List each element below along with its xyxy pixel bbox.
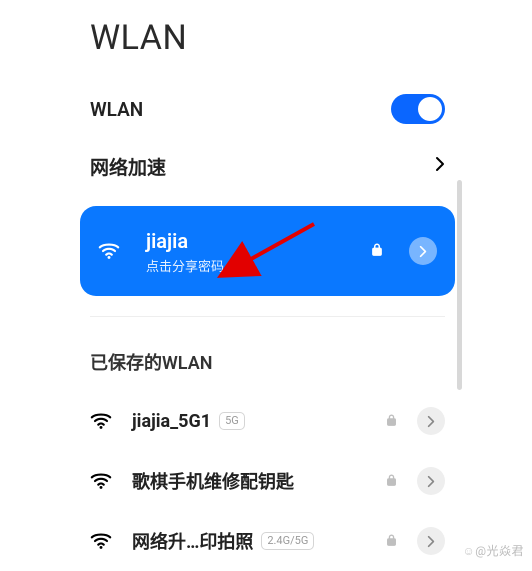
connected-network-hint: 点击分享密码 xyxy=(146,256,345,275)
wlan-toggle[interactable] xyxy=(391,94,445,124)
connected-network-card[interactable]: jiajia 点击分享密码 xyxy=(80,206,455,296)
scrollbar[interactable] xyxy=(457,180,462,390)
connected-network-name: jiajia xyxy=(146,228,345,254)
wifi-icon xyxy=(90,472,112,490)
wlan-master-row[interactable]: WLAN xyxy=(80,80,455,138)
saved-network-row[interactable]: 歌棋手机维修配钥匙 xyxy=(80,451,455,511)
band-badge: 2.4G/5G xyxy=(261,532,314,549)
wifi-icon xyxy=(98,242,120,260)
network-name: 歌棋手机维修配钥匙 xyxy=(132,468,294,494)
toggle-knob xyxy=(418,97,442,121)
wifi-icon xyxy=(90,532,112,550)
details-button[interactable] xyxy=(409,237,437,265)
wlan-master-label: WLAN xyxy=(90,98,365,121)
details-button[interactable] xyxy=(417,527,445,555)
saved-networks-header: 已保存的WLAN xyxy=(80,317,455,391)
network-accelerate-label: 网络加速 xyxy=(90,153,409,180)
network-name: jiajia_5G1 xyxy=(132,411,211,432)
details-button[interactable] xyxy=(417,467,445,495)
watermark: ☺@光焱君 xyxy=(462,542,524,559)
band-badge: 5G xyxy=(219,412,245,429)
saved-network-row[interactable]: jiajia_5G1 5G xyxy=(80,391,455,451)
wifi-icon xyxy=(90,412,112,430)
lock-icon xyxy=(371,242,383,261)
network-name: 网络升…印拍照 xyxy=(132,528,253,554)
lock-icon xyxy=(386,412,397,431)
lock-icon xyxy=(386,472,397,491)
page-title: WLAN xyxy=(80,0,455,80)
network-accelerate-row[interactable]: 网络加速 xyxy=(80,138,455,194)
chevron-right-icon xyxy=(435,156,445,176)
lock-icon xyxy=(386,532,397,551)
saved-network-row[interactable]: 网络升…印拍照 2.4G/5G xyxy=(80,511,455,571)
details-button[interactable] xyxy=(417,407,445,435)
